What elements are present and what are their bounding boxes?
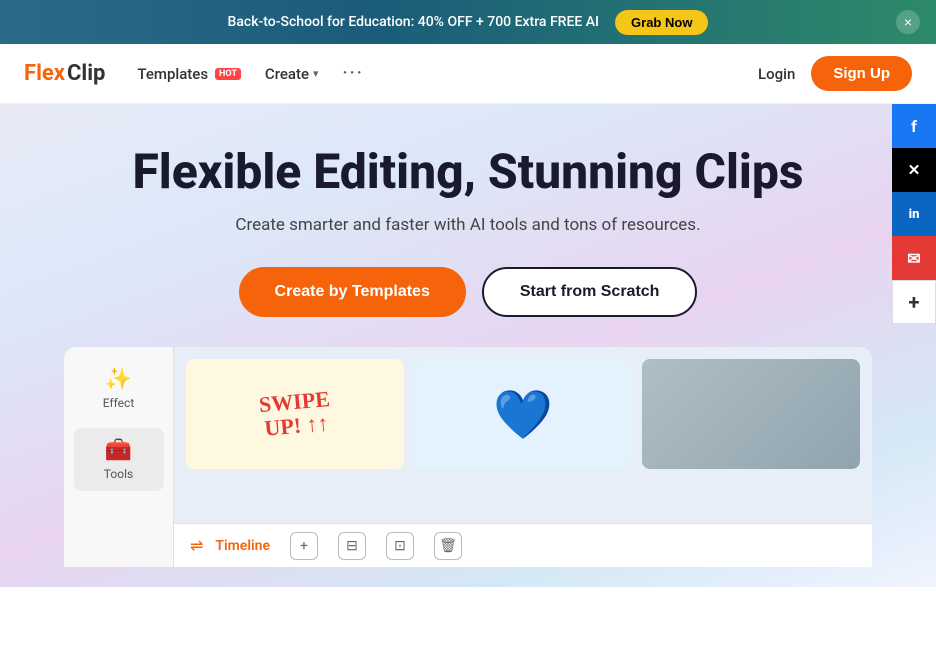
signup-button[interactable]: Sign Up [811,56,912,91]
sidebar-tools-label: Tools [104,467,133,481]
tools-icon: 🧰 [105,438,132,463]
nav-right: Login Sign Up [758,56,912,91]
preview-card-heart: 💙 [414,359,632,469]
twitter-x-icon: ✕ [908,161,921,179]
hero-section: Flexible Editing, Stunning Clips Create … [0,104,936,587]
nav-more[interactable]: ··· [343,63,364,84]
top-banner: Back-to-School for Education: 40% OFF + … [0,0,936,44]
hero-buttons: Create by Templates Start from Scratch [24,267,912,317]
facebook-icon: f [911,117,917,136]
create-by-templates-button[interactable]: Create by Templates [239,267,466,317]
preview-card-abstract [642,359,860,469]
nav-templates[interactable]: Templates HOT [137,65,241,83]
nav-templates-label: Templates [137,65,208,83]
logo-flex-text: Flex [24,61,65,86]
sidebar-effect-label: Effect [103,396,135,410]
more-share-button[interactable]: + [892,280,936,324]
timeline-delete-button[interactable]: 🗑 [434,532,462,560]
linkedin-icon: in [909,207,920,222]
swipe-up-text: SWIPEUP! ↑↑ [258,387,333,441]
plus-icon: + [909,290,920,314]
social-sidebar: f ✕ in ✉ + [892,104,936,324]
timeline-label: Timeline [215,538,270,554]
nav-create-label: Create [265,65,309,83]
banner-text: Back-to-School for Education: 40% OFF + … [228,14,599,30]
sidebar-item-effect[interactable]: ✨ Effect [74,357,164,420]
email-icon: ✉ [907,249,920,268]
timeline-bar: ⇌ Timeline + ⊟ ⊡ 🗑 [174,523,872,567]
logo-clip-text: Clip [67,61,105,86]
grab-now-button[interactable]: Grab Now [615,10,708,35]
hero-title: Flexible Editing, Stunning Clips [24,144,912,199]
start-from-scratch-button[interactable]: Start from Scratch [482,267,698,317]
hero-subtitle: Create smarter and faster with AI tools … [24,215,912,235]
twitter-share-button[interactable]: ✕ [892,148,936,192]
timeline-split-button[interactable]: ⊟ [338,532,366,560]
facebook-share-button[interactable]: f [892,104,936,148]
linkedin-share-button[interactable]: in [892,192,936,236]
banner-close-button[interactable]: × [896,10,920,34]
heart-icon: 💙 [493,386,553,443]
email-share-button[interactable]: ✉ [892,236,936,280]
preview-area: ✨ Effect 🧰 Tools SWIPEUP! ↑↑ 💙 ⇌ Timelin… [64,347,872,567]
preview-card-swipe: SWIPEUP! ↑↑ [186,359,404,469]
navbar: FlexClip Templates HOT Create ▾ ··· Logi… [0,44,936,104]
timeline-copy-button[interactable]: ⊡ [386,532,414,560]
sidebar-item-tools[interactable]: 🧰 Tools [74,428,164,491]
nav-links: Templates HOT Create ▾ ··· [137,63,726,84]
chevron-down-icon: ▾ [313,67,319,80]
timeline-icon: ⇌ [190,536,203,555]
hot-badge: HOT [215,68,241,80]
preview-sidebar: ✨ Effect 🧰 Tools [64,347,174,567]
nav-create[interactable]: Create ▾ [265,65,319,83]
timeline-add-button[interactable]: + [290,532,318,560]
effect-icon: ✨ [105,367,132,392]
login-button[interactable]: Login [758,65,795,83]
logo[interactable]: FlexClip [24,61,105,86]
